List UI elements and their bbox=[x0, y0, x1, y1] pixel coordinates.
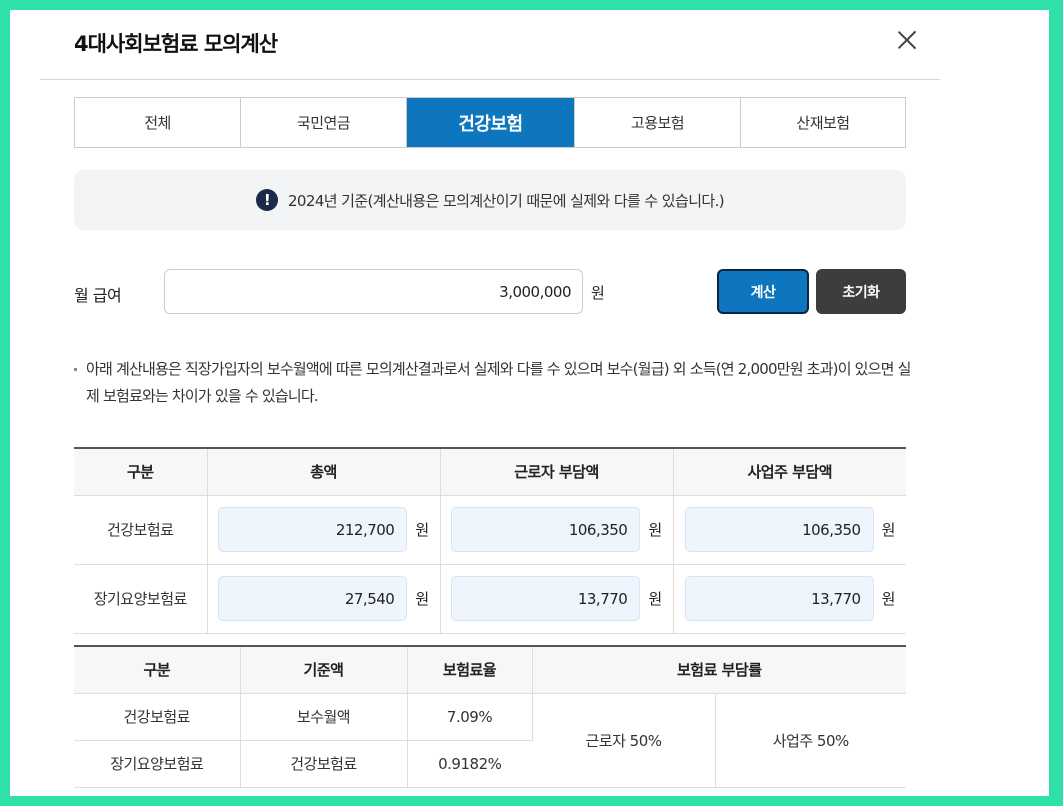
rate-value: 7.09% bbox=[407, 693, 533, 741]
exclamation-icon: ! bbox=[255, 189, 278, 211]
column-header: 보험료 부담률 bbox=[532, 646, 906, 694]
unit-label: 원 bbox=[881, 521, 896, 539]
tab-health-insurance[interactable]: 건강보험 bbox=[407, 98, 575, 147]
base-value: 보수월액 bbox=[240, 693, 408, 741]
unit-label: 원 bbox=[881, 590, 896, 608]
tab-employment-insurance[interactable]: 고용보험 bbox=[575, 98, 741, 147]
salary-unit: 원 bbox=[591, 284, 605, 302]
modal-header: 4대사회보험료 모의계산 bbox=[40, 10, 940, 80]
employee-value: 13,770 bbox=[451, 576, 641, 621]
column-header: 사업주 부담액 bbox=[673, 448, 906, 496]
unit-label: 원 bbox=[648, 521, 662, 539]
table-row: 건강보험료 212,700 원 106,350 원 106,350 원 bbox=[74, 495, 906, 565]
calculation-note: 아래 계산내용은 직장가입자의 보수월액에 따른 모의계산결과로서 실제와 다를… bbox=[74, 356, 914, 410]
column-header: 총액 bbox=[207, 448, 441, 496]
rate-value: 0.9182% bbox=[407, 740, 532, 788]
salary-input[interactable] bbox=[164, 269, 583, 314]
column-header: 구분 bbox=[74, 448, 208, 496]
result-table: 구분 총액 근로자 부담액 사업주 부담액 건강보험료 212,700 원 106… bbox=[74, 447, 906, 634]
employer-share: 사업주 50% bbox=[715, 693, 906, 788]
unit-label: 원 bbox=[648, 590, 662, 608]
total-value: 212,700 bbox=[218, 507, 408, 552]
employer-value: 106,350 bbox=[684, 507, 874, 552]
total-value: 27,540 bbox=[218, 576, 408, 621]
base-value: 건강보험료 bbox=[240, 740, 408, 788]
unit-label: 원 bbox=[415, 521, 429, 539]
tab-all[interactable]: 전체 bbox=[75, 98, 241, 147]
tab-bar: 전체 국민연금 건강보험 고용보험 산재보험 bbox=[74, 97, 906, 148]
employee-share: 근로자 50% bbox=[532, 693, 716, 788]
close-icon[interactable] bbox=[897, 30, 917, 50]
modal-title: 4대사회보험료 모의계산 bbox=[74, 32, 278, 56]
column-header: 기준액 bbox=[240, 646, 408, 694]
column-header: 근로자 부담액 bbox=[440, 448, 674, 496]
salary-label: 월 급여 bbox=[74, 286, 122, 305]
employer-value: 13,770 bbox=[684, 576, 874, 621]
employee-value: 106,350 bbox=[451, 507, 641, 552]
row-label: 장기요양보험료 bbox=[74, 564, 208, 634]
row-label: 장기요양보험료 bbox=[74, 740, 241, 788]
row-label: 건강보험료 bbox=[74, 693, 241, 741]
table-row: 장기요양보험료 27,540 원 13,770 원 13,770 원 bbox=[74, 564, 906, 634]
unit-label: 원 bbox=[415, 590, 429, 608]
tab-national-pension[interactable]: 국민연금 bbox=[241, 98, 407, 147]
row-label: 건강보험료 bbox=[74, 495, 208, 565]
tab-industrial-accident[interactable]: 산재보험 bbox=[741, 98, 905, 147]
reset-button[interactable]: 초기화 bbox=[816, 269, 906, 314]
table-row: 건강보험료 보수월액 7.09% 근로자 50% 사업주 50% bbox=[74, 693, 906, 788]
column-header: 구분 bbox=[74, 646, 241, 694]
rate-table: 구분 기준액 보험료율 보험료 부담률 건강보험료 보수월액 7.09% 근로자… bbox=[74, 645, 906, 788]
notice-text: 2024년 기준(계산내용은 모의계산이기 때문에 실제와 다를 수 있습니다.… bbox=[287, 191, 725, 210]
notice-box: ! 2024년 기준(계산내용은 모의계산이기 때문에 실제와 다를 수 있습니… bbox=[74, 170, 906, 230]
modal: 4대사회보험료 모의계산 전체 국민연금 건강보험 고용보험 산재보험 ! 20… bbox=[10, 10, 1049, 796]
column-header: 보험료율 bbox=[407, 646, 533, 694]
calculate-button[interactable]: 계산 bbox=[717, 269, 809, 314]
